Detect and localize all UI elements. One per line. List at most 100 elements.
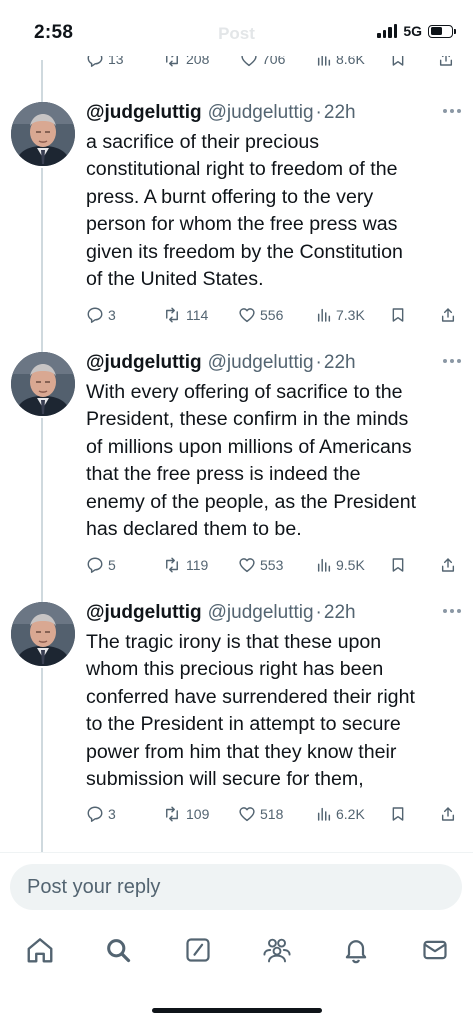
post-time[interactable]: 22h [324, 352, 356, 374]
like-button[interactable]: 706 [240, 56, 285, 70]
communities-icon[interactable] [261, 934, 293, 966]
network-label: 5G [403, 23, 422, 39]
repost-button[interactable]: 119 [162, 554, 208, 576]
text-line: of millions upon millions of Americans [86, 435, 412, 458]
reply-count: 13 [108, 56, 124, 67]
more-options-icon[interactable] [443, 109, 461, 113]
like-button[interactable]: 518 [238, 803, 283, 825]
post-text: a sacrifice of their precious constituti… [86, 129, 461, 293]
reply-count: 3 [108, 307, 116, 323]
views-button[interactable]: 7.3K [316, 304, 365, 326]
bookmark-icon [392, 807, 404, 821]
share-icon [441, 807, 455, 821]
repost-icon [166, 56, 178, 67]
notifications-icon[interactable] [340, 934, 372, 966]
repost-count: 119 [186, 557, 209, 573]
like-count: 706 [262, 56, 286, 67]
post-time[interactable]: 22h [324, 102, 356, 124]
reply-icon [87, 557, 103, 573]
post-header: @judgeluttig @judgeluttig · 22h [86, 602, 461, 624]
avatar[interactable] [11, 102, 75, 166]
bookmark-icon [392, 308, 404, 322]
like-button[interactable]: 553 [238, 554, 283, 576]
text-line: The tragic irony is that these upon [86, 631, 382, 653]
text-line: person for whom the free press was [86, 213, 398, 236]
previous-post-actions: 13 208 706 8.6K [0, 56, 473, 76]
like-count: 553 [260, 557, 284, 573]
repost-button[interactable]: 109 [162, 803, 209, 825]
views-icon [317, 308, 331, 322]
reply-input[interactable]: Post your reply [10, 864, 462, 910]
reply-button[interactable]: 13 [86, 56, 124, 70]
views-icon [317, 807, 331, 821]
author-name[interactable]: @judgeluttig [86, 602, 202, 624]
grok-icon[interactable] [182, 934, 214, 966]
repost-icon [166, 307, 178, 323]
reply-icon [87, 56, 103, 67]
bookmark-icon [392, 558, 404, 572]
reply-button[interactable]: 3 [86, 803, 116, 825]
share-button[interactable] [440, 803, 456, 825]
post-text: The tragic irony is that these upon whom… [86, 629, 461, 793]
more-options-icon[interactable] [443, 359, 461, 363]
repost-count: 208 [186, 56, 210, 67]
avatar-photo [11, 352, 75, 416]
avatar[interactable] [11, 352, 75, 416]
author-handle[interactable]: @judgeluttig [208, 102, 314, 124]
text-line: press. A burnt offering to the very [86, 185, 374, 208]
post-text: With every offering of sacrifice to the … [86, 379, 461, 543]
bookmark-button[interactable] [390, 304, 406, 326]
search-icon[interactable] [102, 934, 134, 966]
post-actions: 5 119 553 9.5K [86, 554, 460, 576]
share-button[interactable] [440, 304, 456, 326]
reply-button[interactable]: 5 [86, 554, 116, 576]
heart-icon [239, 558, 255, 573]
more-options-icon[interactable] [443, 609, 461, 613]
avatar[interactable] [11, 602, 75, 666]
author-name[interactable]: @judgeluttig [86, 352, 202, 374]
views-count: 9.5K [336, 557, 365, 573]
post-time[interactable]: 22h [324, 602, 356, 624]
text-line: power from him that they know their [86, 740, 397, 763]
views-icon [317, 558, 331, 572]
bookmark-button[interactable] [390, 56, 406, 70]
reply-icon [87, 307, 103, 323]
thread-line [41, 168, 43, 352]
share-icon [439, 56, 453, 66]
share-button[interactable] [440, 554, 456, 576]
views-button[interactable]: 6.2K [316, 803, 365, 825]
bookmark-button[interactable] [390, 554, 406, 576]
reply-icon [87, 806, 103, 822]
home-indicator[interactable] [152, 1008, 322, 1013]
share-button[interactable] [438, 56, 454, 70]
thread-line [41, 418, 43, 602]
reply-count: 5 [108, 557, 116, 573]
repost-button[interactable]: 114 [162, 304, 208, 326]
status-bar: 2:58 Post 5G [0, 0, 473, 56]
like-button[interactable]: 556 [238, 304, 283, 326]
reply-count: 3 [108, 806, 116, 822]
messages-icon[interactable] [419, 934, 451, 966]
thread-line [41, 60, 43, 102]
text-line: given its freedom by the Constitution [86, 240, 403, 263]
text-line: conferred have surrendered their right [86, 685, 415, 708]
like-count: 518 [260, 806, 284, 822]
text-line: With every offering of sacrifice to the [86, 381, 403, 403]
share-icon [441, 558, 455, 572]
views-count: 6.2K [336, 806, 365, 822]
author-handle[interactable]: @judgeluttig [208, 602, 314, 624]
reply-button[interactable]: 3 [86, 304, 116, 326]
heart-icon [239, 807, 255, 822]
status-indicators: 5G [377, 23, 456, 39]
post-header: @judgeluttig @judgeluttig · 22h [86, 102, 461, 124]
views-button[interactable]: 8.6K [316, 56, 365, 70]
views-button[interactable]: 9.5K [316, 554, 365, 576]
text-line: whom this precious right has been [86, 658, 384, 681]
author-handle[interactable]: @judgeluttig [208, 352, 314, 374]
text-line: a sacrifice of their precious [86, 131, 320, 153]
author-name[interactable]: @judgeluttig [86, 102, 202, 124]
views-icon [317, 56, 331, 66]
repost-button[interactable]: 208 [162, 56, 209, 70]
home-icon[interactable] [24, 934, 56, 966]
bookmark-button[interactable] [390, 803, 406, 825]
